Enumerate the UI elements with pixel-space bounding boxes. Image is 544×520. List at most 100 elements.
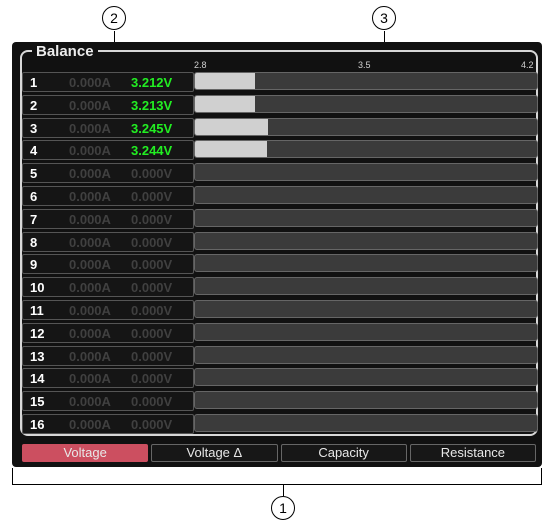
cell-number: 6 [30, 189, 38, 204]
tab-voltage-delta[interactable]: Voltage Δ [151, 444, 278, 462]
cell-current: 0.000A [69, 189, 111, 204]
cell-current: 0.000A [69, 166, 111, 182]
cell-voltage-bar [194, 163, 538, 182]
cell-voltage: 3.245V [131, 120, 173, 136]
cell-row-4: 4 0.000A 3.244V [22, 140, 538, 161]
callout-1-leader [283, 484, 284, 496]
cell-row-8: 8 0.000A 0.000V [22, 231, 538, 252]
callout-2: 2 [102, 6, 126, 30]
balance-panel: Balance 2.8 3.5 4.2 1 0.000A 3.212V 2 0.000A… [12, 42, 542, 467]
tab-voltage[interactable]: Voltage [22, 444, 149, 462]
cell-voltage-bar [194, 140, 538, 159]
cell-number: 13 [30, 348, 45, 364]
cell-number: 16 [30, 417, 45, 432]
cell-voltage-bar [194, 300, 538, 318]
cell-number: 1 [30, 75, 38, 90]
cell-voltage-bar [194, 117, 538, 136]
cell-row-14: 14 0.000A 0.000V [22, 368, 538, 389]
cell-current: 0.000A [69, 211, 111, 227]
cell-info-box: 15 0.000A 0.000V [22, 391, 194, 412]
cell-row-3: 3 0.000A 3.245V [22, 117, 538, 138]
cell-voltage-bar [194, 208, 538, 227]
cell-voltage: 0.000V [131, 189, 173, 204]
cell-voltage-bar [194, 254, 538, 273]
cell-info-box: 5 0.000A 0.000V [22, 163, 194, 184]
cell-voltage: 3.244V [131, 143, 173, 159]
cell-number: 2 [30, 97, 38, 113]
cell-info-box: 2 0.000A 3.213V [22, 94, 194, 115]
cell-voltage-bar-fill [195, 73, 255, 89]
cell-voltage: 0.000V [131, 211, 173, 227]
view-tabs: Voltage Voltage Δ Capacity Resistance [22, 444, 536, 462]
cell-current: 0.000A [69, 234, 111, 250]
cell-voltage-bar-fill [195, 95, 255, 112]
cell-info-box: 12 0.000A 0.000V [22, 322, 194, 343]
cell-voltage: 0.000V [131, 371, 173, 387]
cell-current: 0.000A [69, 257, 111, 273]
cell-row-1: 1 0.000A 3.212V [22, 72, 538, 92]
cell-voltage: 0.000V [131, 257, 173, 273]
cell-voltage: 0.000V [131, 280, 173, 296]
cell-info-box: 9 0.000A 0.000V [22, 254, 194, 275]
cell-number: 4 [30, 143, 38, 159]
cell-voltage: 0.000V [131, 394, 173, 410]
cell-info-box: 6 0.000A 0.000V [22, 186, 194, 206]
cell-voltage-bar [194, 186, 538, 204]
cell-row-6: 6 0.000A 0.000V [22, 186, 538, 206]
cell-current: 0.000A [69, 303, 111, 318]
cell-voltage: 3.212V [131, 75, 173, 90]
callout-1-bracket-right [541, 468, 542, 484]
cell-voltage-bar [194, 277, 538, 296]
cell-number: 5 [30, 166, 38, 182]
cell-voltage-bar-fill [195, 141, 268, 158]
scale-max-label: 4.2 [521, 60, 534, 70]
cell-info-box: 10 0.000A 0.000V [22, 277, 194, 298]
cell-number: 7 [30, 211, 38, 227]
cell-voltage-bar [194, 414, 538, 432]
cell-voltage: 0.000V [131, 417, 173, 432]
cell-voltage-bar [194, 345, 538, 364]
cell-row-10: 10 0.000A 0.000V [22, 277, 538, 298]
cell-info-box: 3 0.000A 3.245V [22, 117, 194, 138]
cell-voltage-bar [194, 368, 538, 387]
cell-number: 14 [30, 371, 45, 387]
callout-1-bracket-bottom [12, 484, 542, 485]
cell-info-box: 1 0.000A 3.212V [22, 72, 194, 92]
cell-current: 0.000A [69, 417, 111, 432]
cell-info-box: 4 0.000A 3.244V [22, 140, 194, 161]
cell-voltage: 0.000V [131, 325, 173, 341]
cell-number: 15 [30, 394, 45, 410]
cell-current: 0.000A [69, 143, 111, 159]
scale-min-label: 2.8 [194, 60, 207, 70]
cell-row-7: 7 0.000A 0.000V [22, 208, 538, 229]
cell-current: 0.000A [69, 97, 111, 113]
cell-current: 0.000A [69, 348, 111, 364]
scale-mid-label: 3.5 [358, 60, 371, 70]
cell-row-13: 13 0.000A 0.000V [22, 345, 538, 366]
cell-row-12: 12 0.000A 0.000V [22, 322, 538, 343]
cell-info-box: 7 0.000A 0.000V [22, 208, 194, 229]
balance-title: Balance [32, 44, 98, 60]
cell-row-11: 11 0.000A 0.000V [22, 300, 538, 320]
cell-number: 3 [30, 120, 38, 136]
cell-voltage-bar [194, 231, 538, 250]
cell-current: 0.000A [69, 371, 111, 387]
cell-current: 0.000A [69, 325, 111, 341]
cell-current: 0.000A [69, 120, 111, 136]
cell-voltage: 0.000V [131, 166, 173, 182]
callout-1-bracket-left [12, 468, 13, 484]
callout-1: 1 [271, 496, 295, 520]
cell-info-box: 8 0.000A 0.000V [22, 231, 194, 252]
tab-capacity[interactable]: Capacity [280, 444, 407, 462]
cell-row-9: 9 0.000A 0.000V [22, 254, 538, 275]
cell-voltage: 0.000V [131, 303, 173, 318]
cell-info-box: 14 0.000A 0.000V [22, 368, 194, 389]
tab-resistance[interactable]: Resistance [409, 444, 536, 462]
cell-voltage-bar [194, 94, 538, 113]
cell-voltage-bar [194, 322, 538, 341]
callout-3: 3 [372, 6, 396, 30]
cell-voltage-bar [194, 72, 538, 90]
cell-number: 12 [30, 325, 45, 341]
cell-number: 11 [30, 303, 44, 318]
cell-voltage-bar [194, 391, 538, 410]
